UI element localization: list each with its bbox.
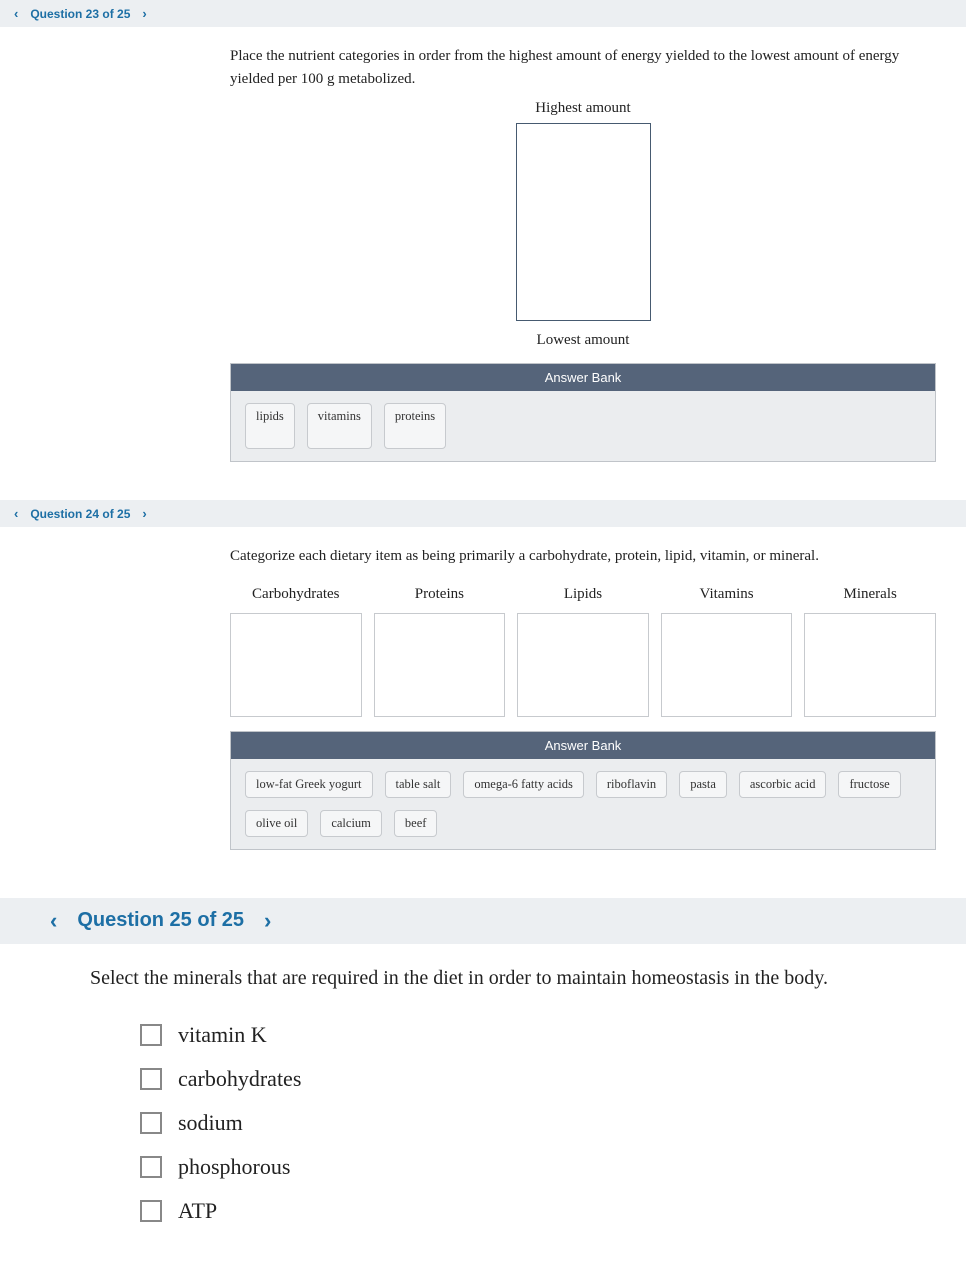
- chip-riboflavin[interactable]: riboflavin: [596, 771, 667, 798]
- next-question-icon[interactable]: ›: [254, 908, 281, 934]
- option-row[interactable]: carbohydrates: [140, 1066, 936, 1092]
- option-row[interactable]: ATP: [140, 1198, 936, 1224]
- question-23-body: Place the nutrient categories in order f…: [200, 27, 966, 480]
- answer-bank: Answer Bank lipids vitamins proteins: [230, 363, 936, 462]
- chip-table-salt[interactable]: table salt: [385, 771, 452, 798]
- question-25-body: Select the minerals that are required in…: [60, 944, 966, 1262]
- question-nav-23: ‹ Question 23 of 25 ›: [0, 0, 966, 27]
- option-label: sodium: [178, 1110, 243, 1136]
- chip-pasta[interactable]: pasta: [679, 771, 727, 798]
- answer-bank: Answer Bank low-fat Greek yogurt table s…: [230, 731, 936, 850]
- category-title-vitamins: Vitamins: [661, 586, 793, 603]
- next-question-icon[interactable]: ›: [136, 6, 152, 21]
- category-title-lipids: Lipids: [517, 586, 649, 603]
- prev-question-icon[interactable]: ‹: [8, 506, 24, 521]
- category-title-minerals: Minerals: [804, 586, 936, 603]
- answer-bank-header: Answer Bank: [231, 732, 935, 759]
- prev-question-icon[interactable]: ‹: [40, 908, 67, 934]
- chip-vitamins[interactable]: vitamins: [307, 403, 372, 449]
- option-label: vitamin K: [178, 1022, 267, 1048]
- chip-olive-oil[interactable]: olive oil: [245, 810, 308, 837]
- prev-question-icon[interactable]: ‹: [8, 6, 24, 21]
- drop-zone-minerals[interactable]: [804, 613, 936, 717]
- chip-fructose[interactable]: fructose: [838, 771, 900, 798]
- checkbox-icon[interactable]: [140, 1200, 162, 1222]
- drop-zone-carbs[interactable]: [230, 613, 362, 717]
- checkbox-icon[interactable]: [140, 1068, 162, 1090]
- option-row[interactable]: sodium: [140, 1110, 936, 1136]
- rank-drop-zone[interactable]: [516, 123, 651, 321]
- rank-bottom-label: Lowest amount: [230, 332, 936, 349]
- checkbox-icon[interactable]: [140, 1156, 162, 1178]
- question-nav-label: Question 24 of 25: [24, 507, 136, 521]
- checkbox-icon[interactable]: [140, 1112, 162, 1134]
- question-nav-label: Question 23 of 25: [24, 7, 136, 21]
- chip-greek-yogurt[interactable]: low-fat Greek yogurt: [245, 771, 373, 798]
- answer-bank-header: Answer Bank: [231, 364, 935, 391]
- question-prompt: Categorize each dietary item as being pr…: [230, 545, 936, 568]
- question-prompt: Place the nutrient categories in order f…: [230, 45, 936, 90]
- next-question-icon[interactable]: ›: [136, 506, 152, 521]
- option-label: carbohydrates: [178, 1066, 301, 1092]
- option-row[interactable]: vitamin K: [140, 1022, 936, 1048]
- drop-zone-vitamins[interactable]: [661, 613, 793, 717]
- chip-ascorbic[interactable]: ascorbic acid: [739, 771, 827, 798]
- question-nav-24: ‹ Question 24 of 25 ›: [0, 500, 966, 527]
- option-label: ATP: [178, 1198, 217, 1224]
- question-nav-25: ‹ Question 25 of 25 ›: [0, 898, 966, 944]
- chip-beef[interactable]: beef: [394, 810, 438, 837]
- chip-omega6[interactable]: omega-6 fatty acids: [463, 771, 584, 798]
- checkbox-icon[interactable]: [140, 1024, 162, 1046]
- category-title-carbs: Carbohydrates: [230, 586, 362, 603]
- question-nav-label: Question 25 of 25: [67, 909, 254, 932]
- chip-calcium[interactable]: calcium: [320, 810, 382, 837]
- chip-lipids[interactable]: lipids: [245, 403, 295, 449]
- question-24-body: Categorize each dietary item as being pr…: [200, 527, 966, 868]
- drop-zone-lipids[interactable]: [517, 613, 649, 717]
- chip-proteins[interactable]: proteins: [384, 403, 446, 449]
- option-label: phosphorous: [178, 1154, 290, 1180]
- drop-zone-proteins[interactable]: [374, 613, 506, 717]
- question-prompt: Select the minerals that are required in…: [90, 964, 936, 992]
- category-title-proteins: Proteins: [374, 586, 506, 603]
- option-row[interactable]: phosphorous: [140, 1154, 936, 1180]
- rank-top-label: Highest amount: [230, 100, 936, 117]
